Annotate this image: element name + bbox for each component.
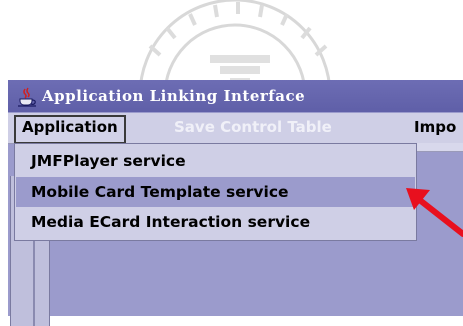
menu-bar: Application Save Control Table Impo <box>8 113 463 144</box>
menu-item-jmfplayer[interactable]: JMFPlayer service <box>16 146 415 176</box>
java-cup-icon <box>16 85 38 107</box>
app-window: Application Linking Interface Applicatio… <box>8 80 463 326</box>
application-menu-popup: JMFPlayer service Mobile Card Template s… <box>14 143 417 241</box>
menu-import[interactable]: Impo <box>408 115 462 140</box>
menu-application[interactable]: Application <box>14 115 126 144</box>
menu-item-mobile-card-template[interactable]: Mobile Card Template service <box>16 177 415 207</box>
title-bar[interactable]: Application Linking Interface <box>8 80 463 112</box>
right-strip <box>415 143 463 152</box>
red-arrow-icon <box>400 180 463 250</box>
menu-save-control-table[interactable]: Save Control Table <box>168 115 338 140</box>
menu-item-media-ecard-interaction[interactable]: Media ECard Interaction service <box>16 207 415 237</box>
window-title: Application Linking Interface <box>42 87 306 105</box>
